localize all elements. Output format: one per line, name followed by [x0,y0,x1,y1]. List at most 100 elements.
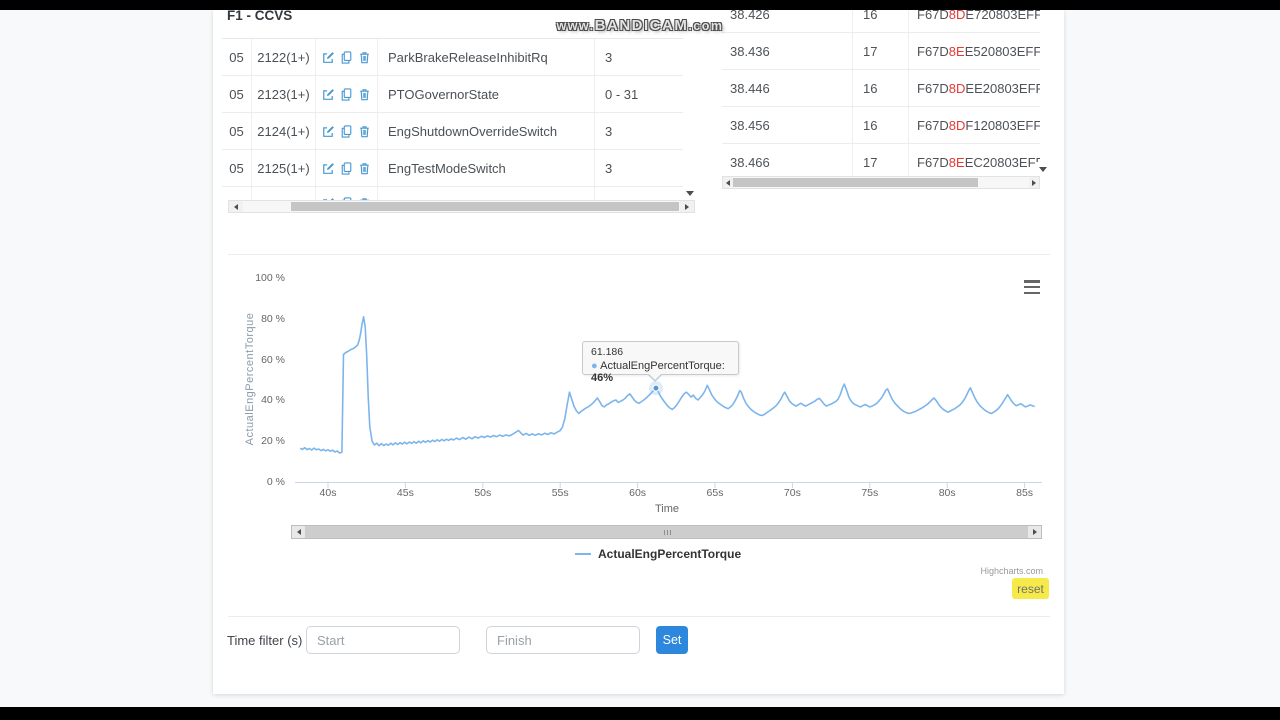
edit-icon[interactable] [322,88,335,101]
edit-icon[interactable] [322,162,335,175]
copy-icon[interactable] [340,124,353,138]
time-filter-label: Time filter (s) [227,633,303,648]
scroll-right-icon[interactable] [1029,177,1039,188]
set-button[interactable]: Set [656,626,688,654]
x-axis-title: Time [654,503,680,515]
section-divider [228,616,1050,617]
can-id-cell: F67D 8E E520803EFF [917,43,1040,59]
delete-icon[interactable] [358,125,371,138]
chart-menu-icon[interactable] [1024,280,1040,294]
value-cell: 16 [853,70,909,106]
copy-icon[interactable] [340,87,353,101]
time-cell: 38.436 [722,33,853,69]
src-cell: 05 [222,76,252,112]
navigator-left-icon[interactable] [292,526,305,538]
actions-cell [316,76,378,112]
highlighted-hex: 8D [948,10,966,22]
highlighted-hex: 8E [948,154,965,170]
bandicam-watermark: www.BANDICAM.com [440,17,840,34]
tooltip-x-value: 61.186 [591,346,624,358]
value-cell: 17 [853,33,909,69]
y-tick-label: 80 % [261,312,285,325]
signals-table-scroll-down-icon[interactable] [683,186,697,200]
delete-icon[interactable] [358,162,371,175]
src-cell: 05 [222,150,252,186]
legend-line-icon [575,553,591,555]
table-row: 05 2123(1+) PTOGovernorState 0 - 31 [222,76,683,113]
can-id-cell: F67D 8D F120803EFF [917,117,1040,133]
navigator-grip-icon[interactable] [664,530,671,535]
y-tick-label: 20 % [261,435,285,448]
messages-hscroll-thumb[interactable] [733,178,978,187]
legend-item[interactable]: ActualEngPercentTorque [575,547,741,561]
table-row: 38.436 17 F67D 8E E520803EFF [722,33,1040,70]
messages-table: 38.426 16 F67D 8D E720803EFF 38.436 17 F67… [722,10,1040,176]
range-cell: 3 [605,160,613,176]
scroll-right-icon[interactable] [680,201,694,212]
actions-cell [316,39,378,75]
value-cell: 16 [853,107,909,143]
table-row: 05 2122(1+) ParkBrakeReleaseInhibitRq 3 [222,39,683,76]
highcharts-credits-link[interactable]: Highcharts.com [943,566,1043,576]
range-cell: 3 [605,123,613,139]
actions-cell [316,187,378,201]
navigator-right-icon[interactable] [1028,526,1041,538]
time-cell: 38.446 [722,70,853,106]
messages-table-hscrollbar[interactable] [722,176,1040,189]
signal-name-cell: EngTestModeSwitch [378,150,595,186]
chart-navigator-scrollbar[interactable] [291,525,1042,539]
signal-name-cell: ParkBrakeReleaseInhibitRq [378,39,595,75]
can-id-cell: F67D 8D EE20803EFF [917,80,1040,96]
actions-cell [316,113,378,149]
table-row: 05 2125(1+) EngTestModeSwitch 3 [222,150,683,187]
table-row: 38.466 17 F67D 8E EC20803EFF [722,144,1040,176]
spn-cell: 2125(1+) [252,150,316,186]
watermark-suffix: .com [688,19,724,33]
edit-icon[interactable] [322,51,335,64]
signals-table-hscrollbar[interactable] [228,200,695,213]
hover-point-marker [652,384,660,392]
top-black-bar [0,0,1280,10]
highlighted-hex: 8E [948,43,965,59]
finish-input[interactable] [486,626,640,654]
copy-icon[interactable] [340,161,353,175]
tooltip-series-row: ● ActualEngPercentTorque: 46% [591,360,725,384]
scroll-left-icon[interactable] [229,201,243,212]
value-cell: 16 [853,10,909,32]
spn-cell: 2124(1+) [252,113,316,149]
range-cell: 3 [605,49,613,65]
start-input[interactable] [306,626,460,654]
table-row: 38.456 16 F67D 8D F120803EFF [722,107,1040,144]
watermark-prefix: www. [556,19,595,33]
y-tick-label: 100 % [255,272,285,284]
signals-table: 05 2122(1+) ParkBrakeReleaseInhibitRq 3 … [222,38,683,201]
time-cell: 38.466 [722,144,853,176]
messages-table-scroll-down-icon[interactable] [1036,162,1050,176]
watermark-brand: BANDICAM [594,17,689,34]
delete-icon[interactable] [358,51,371,64]
signals-hscroll-thumb[interactable] [291,202,679,211]
copy-icon[interactable] [340,50,353,64]
time-cell: 38.456 [722,107,853,143]
reset-button[interactable]: reset [1012,578,1049,599]
screenshot-root: www.BANDICAM.com F1 - CCVS 05 2122(1+) P… [0,0,1280,720]
scroll-left-icon[interactable] [723,177,733,188]
bottom-black-bar [0,707,1280,720]
signal-name-cell: PTOGovernorState [378,76,595,112]
y-tick-label: 60 % [261,353,285,366]
delete-icon[interactable] [358,88,371,101]
y-tick-label: 40 % [261,394,285,407]
section-divider [228,254,1050,255]
table-row-clipped [222,187,683,201]
table-row: 38.446 16 F67D 8D EE20803EFF [722,70,1040,107]
src-cell: 05 [222,113,252,149]
spn-cell: 2122(1+) [252,39,316,75]
src-cell: 05 [222,39,252,75]
signal-name-cell: EngShutdownOverrideSwitch [378,113,595,149]
y-axis-title: ActualEngPercentTorque [244,312,256,446]
tooltip-value: 46% [591,372,614,384]
legend-label: ActualEngPercentTorque [598,547,742,561]
edit-icon[interactable] [322,125,335,138]
can-id-cell: F67D 8D E720803EFF [909,10,1040,32]
series-bullet-icon: ● [591,360,598,372]
